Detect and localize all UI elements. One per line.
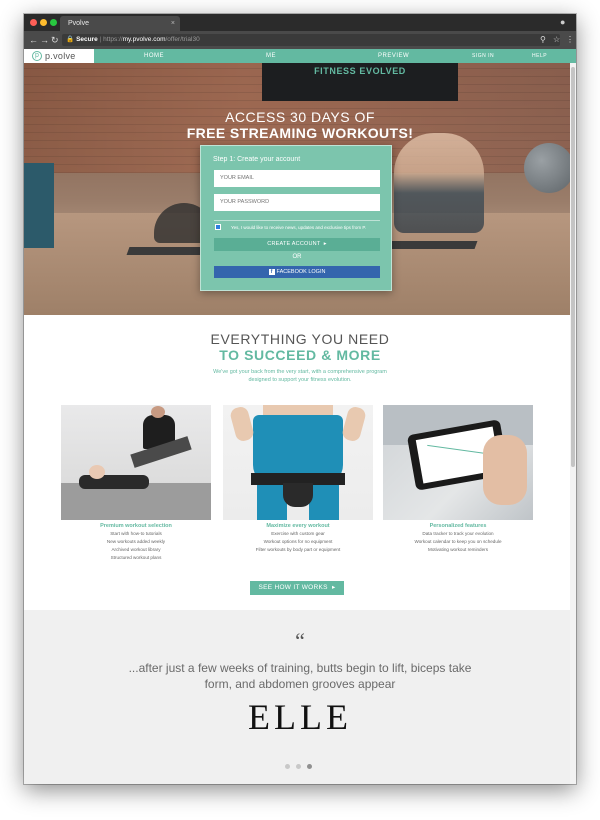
feature-item: Data tracker to track your evolution: [422, 531, 494, 536]
maximize-window-button[interactable]: [50, 19, 57, 26]
bookmark-star-icon[interactable]: ☆: [553, 34, 560, 46]
carousel-dot-1[interactable]: [285, 764, 290, 769]
features-subtitle-line2: designed to support your fitness evoluti…: [248, 377, 352, 383]
features-section: EVERYTHING YOU NEED TO SUCCEED & MORE We…: [24, 315, 576, 610]
browser-toolbar: ← → ↻ 🔒 Secure | https://my.pvolve.com/of…: [24, 31, 576, 49]
see-how-it-works-button[interactable]: SEE HOW IT WORKS ▸: [250, 581, 344, 595]
password-field[interactable]: [214, 194, 380, 211]
quote-text: ...after just a few weeks of training, b…: [64, 660, 536, 692]
gear-photo: [223, 405, 373, 520]
secure-label: Secure: [76, 36, 98, 43]
screenshot-stage: Pvolve × ● ← → ↻ 🔒 Secure | https://my.pv…: [0, 0, 600, 820]
workout-photo: [61, 405, 211, 520]
newsletter-checkbox[interactable]: [215, 224, 221, 230]
model-left-hand: [228, 405, 256, 443]
zoom-search-icon[interactable]: ⚲: [540, 34, 546, 46]
quote-line1: ...after just a few weeks of training, b…: [128, 661, 472, 675]
lock-icon: 🔒: [66, 36, 75, 43]
logo[interactable]: p p.volve: [24, 49, 94, 63]
create-account-label: CREATE ACCOUNT: [267, 241, 321, 247]
features-heading-line2: TO SUCCEED & MORE: [219, 347, 381, 363]
features-heading-line1: EVERYTHING YOU NEED: [210, 331, 390, 347]
form-step-label: Step 1: Create your account: [213, 156, 301, 163]
or-separator: OR: [292, 254, 302, 260]
page-scrollbar[interactable]: [570, 63, 576, 784]
hero-title-line1: ACCESS 30 DAYS OF: [225, 109, 375, 125]
user-profile-icon[interactable]: ●: [560, 17, 570, 27]
model-right-hand: [340, 405, 368, 443]
browser-tab[interactable]: Pvolve ×: [60, 16, 180, 31]
quote-source-logo: ELLE: [248, 697, 352, 737]
tab-title: Pvolve: [68, 20, 90, 27]
testimonial-section: “ ...after just a few weeks of training,…: [24, 610, 576, 784]
facebook-login-label: FACEBOOK LOGIN: [276, 269, 326, 275]
phone-tracker-photo: [383, 405, 533, 520]
feature-item: Filter workouts by body part or equipmen…: [255, 547, 341, 552]
person-silhouette-right: [394, 133, 484, 233]
hero-title-line2: FREE STREAMING WORKOUTS!: [186, 125, 414, 141]
signup-form: Step 1: Create your account Yes, I would…: [200, 145, 392, 291]
quote-mark-icon: “: [295, 628, 305, 653]
quote-line2: form, and abdomen grooves appear: [204, 677, 396, 691]
see-how-it-works-label: SEE HOW IT WORKS: [258, 584, 328, 591]
minimize-window-button[interactable]: [40, 19, 47, 26]
feature-item: New workouts added weekly: [106, 539, 166, 544]
logo-text: p.volve: [45, 51, 76, 61]
logo-mark-icon: p: [32, 51, 42, 61]
play-arrow-icon: ▸: [322, 241, 327, 247]
close-window-button[interactable]: [30, 19, 37, 26]
wall-panel: [24, 163, 54, 248]
client-body: [79, 475, 149, 489]
nav-sign-in[interactable]: SIGN IN: [472, 49, 494, 63]
band-pad: [283, 483, 313, 507]
carousel-dot-2[interactable]: [296, 764, 301, 769]
feature-item: Archived workout library: [111, 547, 161, 552]
feature-item: Start with how-to tutorials: [110, 531, 162, 536]
tv-screen-text: FITNESS EVOLVED: [314, 66, 406, 76]
hero-section: FITNESS EVOLVED ACCESS 30 DAYS OF FREE S…: [24, 63, 576, 315]
nav-help[interactable]: HELP: [532, 49, 547, 63]
feature-item: Workout options for no equipment: [263, 539, 333, 544]
browser-menu-icon[interactable]: ⋮: [566, 34, 574, 46]
feature-title-workouts: Premium workout selection: [100, 523, 172, 529]
url-host: my.pvolve.com: [122, 36, 166, 43]
site-header: p p.volve HOME ME PREVIEW SIGN IN HELP: [24, 49, 576, 63]
play-arrow-icon: ▸: [329, 584, 336, 591]
client-head: [89, 465, 105, 479]
feature-title-personalized: Personalized features: [429, 523, 487, 529]
features-subtitle-line1: We've got your back from the very start,…: [213, 369, 387, 375]
url-scheme: https://: [103, 36, 123, 43]
forward-arrow-icon[interactable]: →: [40, 34, 49, 46]
holding-hand: [483, 435, 527, 505]
create-account-button[interactable]: CREATE ACCOUNT ▸: [214, 238, 380, 251]
reload-icon[interactable]: ↻: [51, 34, 59, 46]
wall-screen: FITNESS EVOLVED: [262, 63, 458, 101]
carousel-dot-3[interactable]: [307, 764, 312, 769]
facebook-login-button[interactable]: f FACEBOOK LOGIN: [214, 266, 380, 278]
browser-window: Pvolve × ● ← → ↻ 🔒 Secure | https://my.pv…: [24, 14, 576, 784]
browser-tab-bar: Pvolve × ●: [24, 14, 576, 31]
tab-close-icon[interactable]: ×: [171, 16, 175, 31]
feature-title-maximize: Maximize every workout: [266, 523, 330, 529]
feature-item: Structured workout plans: [110, 555, 162, 560]
newsletter-label: Yes, I would like to receive news, updat…: [231, 225, 367, 230]
scrollbar-thumb[interactable]: [571, 67, 575, 467]
email-field[interactable]: [214, 170, 380, 187]
exercise-ball: [524, 143, 574, 193]
trainer-head: [151, 406, 165, 418]
nav-me[interactable]: ME: [266, 49, 276, 63]
feature-item: Workout calendar to keep you on schedule: [414, 539, 502, 544]
back-arrow-icon[interactable]: ←: [29, 34, 38, 46]
yoga-mat-right: [388, 241, 478, 249]
feature-item: Motivating workout reminders: [428, 547, 488, 552]
feature-item: Exercise with custom gear: [271, 531, 325, 536]
nav-home[interactable]: HOME: [144, 49, 164, 63]
facebook-icon: f: [268, 268, 275, 275]
address-bar[interactable]: 🔒 Secure | https://my.pvolve.com/offer/tr…: [62, 34, 560, 46]
nav-preview[interactable]: PREVIEW: [378, 49, 409, 63]
form-divider: [214, 220, 380, 221]
url-path: /offer/trial30: [165, 36, 200, 43]
